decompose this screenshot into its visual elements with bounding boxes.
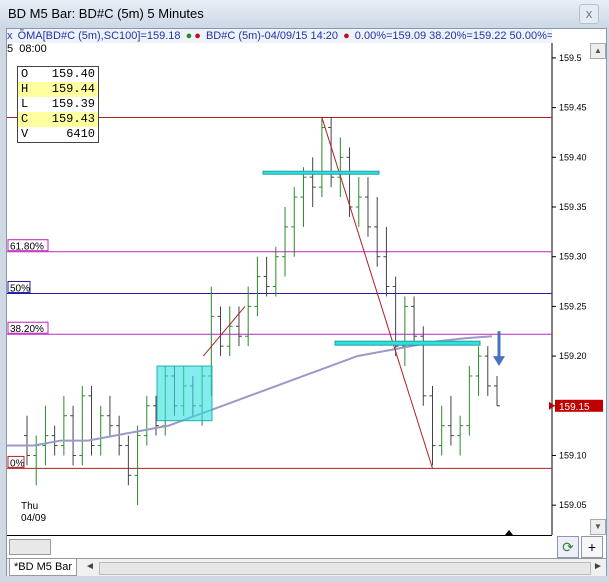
chart-client-area[interactable]: x ÕMA[BD#C (5m),SC100]=159.18 ● ● BD#C (5… [6, 28, 607, 576]
highlight-bar [334, 340, 481, 346]
session-day: 5 [7, 43, 14, 55]
price-tick-label: 159.25 [559, 301, 587, 311]
session-label: 5 08:00 [7, 43, 47, 55]
chart-bottom-bar [7, 535, 552, 560]
highlight-bar [262, 170, 380, 175]
legend-green-dot-icon: ● [185, 30, 193, 42]
session-time: 08:00 [19, 43, 47, 55]
last-price-label: 159.15 [559, 402, 590, 413]
price-tick-label: 159.40 [559, 152, 587, 162]
horizontal-scroll-thumb[interactable] [9, 539, 51, 555]
tab-strip: *BD M5 Bar ◄ ► [7, 558, 606, 576]
scroll-up-icon[interactable]: ▲ [590, 43, 606, 59]
tab-scroll-left-icon[interactable]: ◄ [85, 561, 95, 572]
title-bar[interactable]: BD M5 Bar: BD#C (5m) 5 Minutes x [0, 0, 609, 28]
legend-fib[interactable]: 0.00%=159.09 38.20%=159.22 50.00%=159.2 [355, 30, 552, 42]
window-title: BD M5 Bar: BD#C (5m) 5 Minutes [8, 6, 204, 21]
legend-red-dot-icon: ● [194, 30, 201, 42]
price-tick-label: 159.10 [559, 450, 587, 460]
highlight-box [156, 365, 213, 422]
ohlc-high: H 159.44 [18, 82, 98, 97]
date-day-label: Thu [21, 501, 38, 512]
price-tick-label: 159.30 [559, 252, 587, 262]
price-tick-label: 159.05 [559, 500, 587, 510]
date-label: 04/09 [21, 513, 46, 524]
chart-window: BD M5 Bar: BD#C (5m) 5 Minutes x x ÕMA[B… [0, 0, 609, 582]
price-tick-label: 159.35 [559, 202, 587, 212]
price-tick-label: 159.20 [559, 351, 587, 361]
scroll-down-icon[interactable]: ▼ [590, 519, 606, 535]
add-button[interactable]: + [581, 536, 603, 558]
tab-bd-m5-bar[interactable]: *BD M5 Bar [9, 559, 78, 576]
ohlc-volume: V 6410 [21, 127, 95, 141]
legend-symbol[interactable]: BD#C (5m)-04/09/15 14:20 [206, 30, 338, 42]
ohlc-close: C 159.43 [18, 112, 98, 127]
tab-scrollbar[interactable] [99, 562, 591, 575]
tab-scroll-right-icon[interactable]: ► [593, 561, 603, 572]
close-button[interactable]: x [579, 4, 599, 24]
legend-fib-dot-icon: ● [343, 30, 350, 42]
refresh-button[interactable]: ⟳ [557, 536, 579, 558]
legend-close-icon[interactable]: x [7, 30, 13, 42]
price-tick-label: 159.45 [559, 103, 587, 113]
indicator-legend[interactable]: x ÕMA[BD#C (5m),SC100]=159.18 ● ● BD#C (5… [7, 29, 552, 44]
legend-ma[interactable]: ÕMA[BD#C (5m),SC100]=159.18 [18, 30, 181, 42]
ohlc-open: O 159.40 [21, 67, 95, 81]
ohlc-low: L 159.39 [21, 97, 95, 111]
ohlc-panel: O 159.40 H 159.44 L 159.39 C 159.43 V 6410 [17, 66, 99, 143]
price-tick-label: 159.5 [559, 53, 582, 63]
